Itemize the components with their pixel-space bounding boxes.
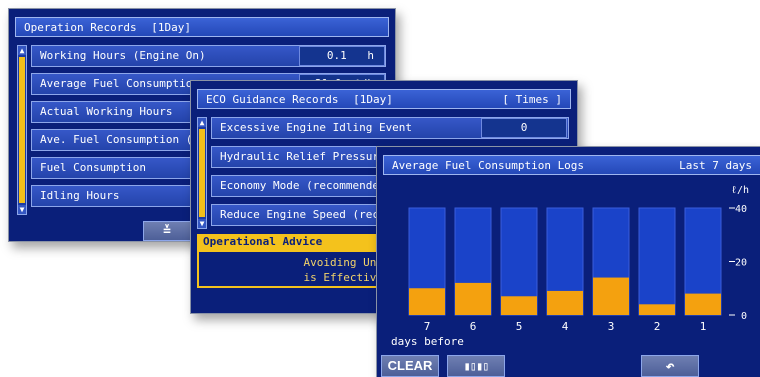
x-tick-label: 2 — [654, 320, 661, 333]
y-tick-label: 0 — [741, 311, 747, 322]
row-label: Excessive Engine Idling Event — [220, 121, 413, 134]
bar-day-3 — [593, 277, 629, 315]
x-tick-label: 3 — [608, 320, 615, 333]
back-button[interactable]: ↶ — [641, 355, 699, 377]
scroll-down-icon[interactable]: ▼ — [198, 219, 206, 228]
x-axis-caption: days before — [391, 335, 464, 348]
x-tick-label: 7 — [424, 320, 431, 333]
bar-graph-icon: ▮▯▮▯ — [463, 359, 490, 373]
clear-button[interactable]: CLEAR — [381, 355, 439, 377]
bar-day-5 — [501, 296, 537, 315]
scroll-thumb[interactable] — [199, 129, 205, 217]
bar-day-2 — [639, 304, 675, 315]
bar-day-6 — [455, 282, 491, 315]
eco-guidance-title-bar: ECO Guidance Records [1Day] [ Times ] — [197, 89, 571, 109]
scroll-up-icon[interactable]: ▲ — [18, 46, 26, 55]
eco-guidance-unit: [ Times ] — [502, 93, 562, 106]
fuel-logs-screen: Average Fuel Consumption Logs Last 7 day… — [376, 146, 760, 377]
bar-column-background — [638, 207, 676, 316]
bar-day-1 — [685, 293, 721, 315]
operation-records-period: [1Day] — [151, 21, 191, 34]
row-label: Working Hours (Engine On) — [40, 49, 206, 62]
row-label: Fuel Consumption — [40, 161, 146, 174]
y-tick-label: 20 — [735, 258, 747, 269]
bar-day-4 — [547, 290, 583, 315]
row-label: Ave. Fuel Consumption (A — [40, 133, 199, 146]
scroll-thumb[interactable] — [19, 57, 25, 203]
row-label: Hydraulic Relief Pressure — [220, 150, 386, 163]
y-tick-label: 40 — [735, 204, 747, 215]
x-tick-label: 4 — [562, 320, 569, 333]
operation-records-title: Operation Records — [24, 21, 137, 34]
row-label: Actual Working Hours — [40, 105, 173, 118]
row-label: Idling Hours — [40, 189, 120, 202]
bar-day-7 — [409, 288, 445, 315]
value-text: 0 — [520, 121, 528, 134]
row-label: Economy Mode (recommended) — [220, 179, 393, 192]
graph-view-button[interactable]: ▮▯▮▯ — [447, 355, 505, 377]
x-tick-label: 1 — [700, 320, 707, 333]
eco-guidance-period: [1Day] — [353, 93, 393, 106]
excessive-idling-value: 0 — [481, 118, 567, 138]
working-hours-value: 0.1 h — [299, 46, 385, 66]
scroll-down-icon[interactable]: ▼ — [18, 205, 26, 214]
page-down-button[interactable]: ≚ — [143, 221, 191, 241]
eco-guidance-scrollbar[interactable]: ▲ ▼ — [197, 117, 207, 229]
return-arrow-icon: ↶ — [665, 357, 675, 375]
scroll-up-icon[interactable]: ▲ — [198, 118, 206, 127]
double-chevron-down-icon: ≚ — [163, 224, 171, 239]
x-tick-label: 5 — [516, 320, 523, 333]
row-label: Average Fuel Consumption — [40, 77, 199, 90]
unit-text: h — [367, 49, 374, 62]
operation-records-title-bar: Operation Records [1Day] — [15, 17, 389, 37]
eco-guidance-title: ECO Guidance Records — [206, 93, 339, 106]
operation-records-scrollbar[interactable]: ▲ ▼ — [17, 45, 27, 215]
value-text: 0.1 — [326, 49, 347, 62]
row-label: Reduce Engine Speed (reco — [220, 208, 386, 221]
x-tick-label: 6 — [470, 320, 477, 333]
